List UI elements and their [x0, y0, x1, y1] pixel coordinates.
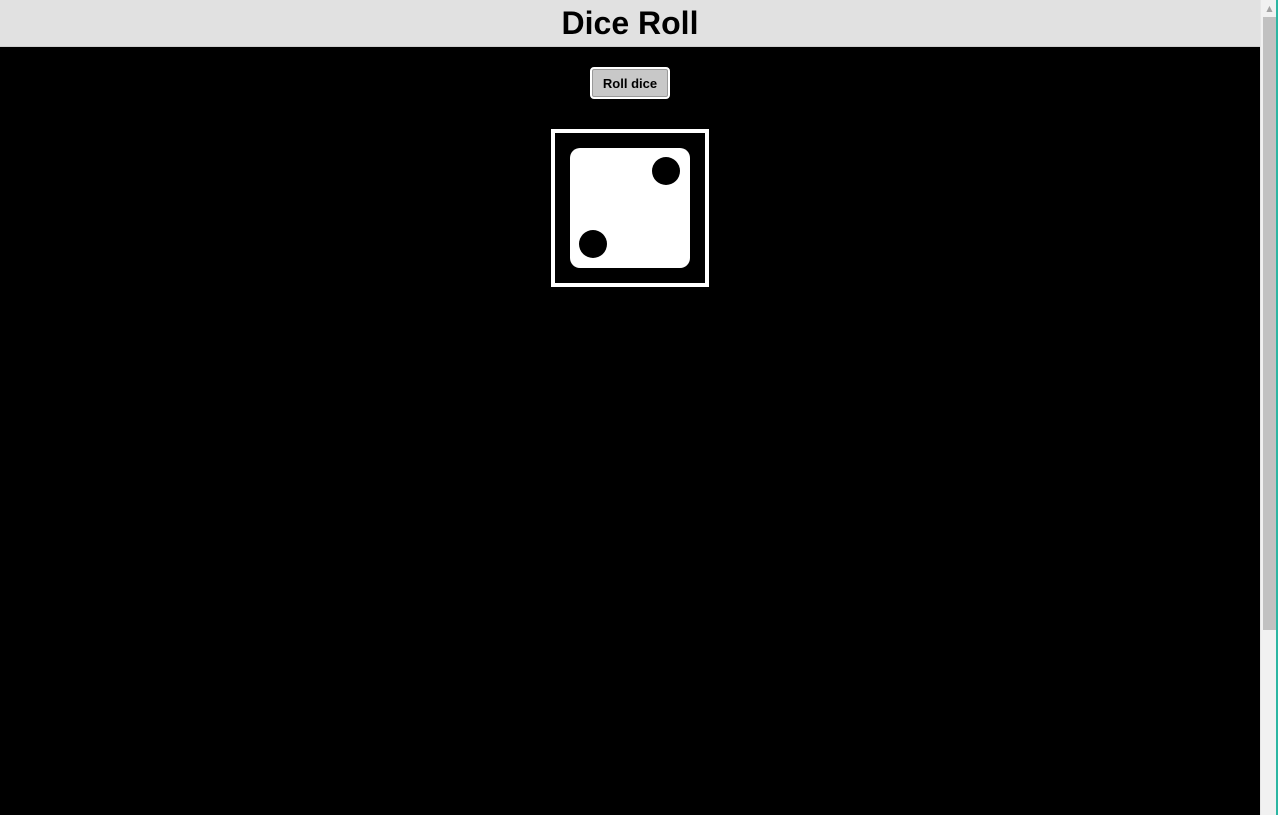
die-pip-top-right [652, 157, 680, 185]
page: Dice Roll Roll dice [0, 0, 1260, 815]
browser-viewport: Dice Roll Roll dice ▲ [0, 0, 1278, 815]
die-pip-bottom-left [579, 230, 607, 258]
scrollbar-thumb[interactable] [1263, 17, 1276, 630]
page-header: Dice Roll [0, 0, 1260, 47]
dice-two-icon [570, 148, 690, 268]
page-title: Dice Roll [561, 5, 699, 41]
die-frame [551, 129, 709, 287]
roll-dice-button[interactable]: Roll dice [590, 67, 670, 99]
